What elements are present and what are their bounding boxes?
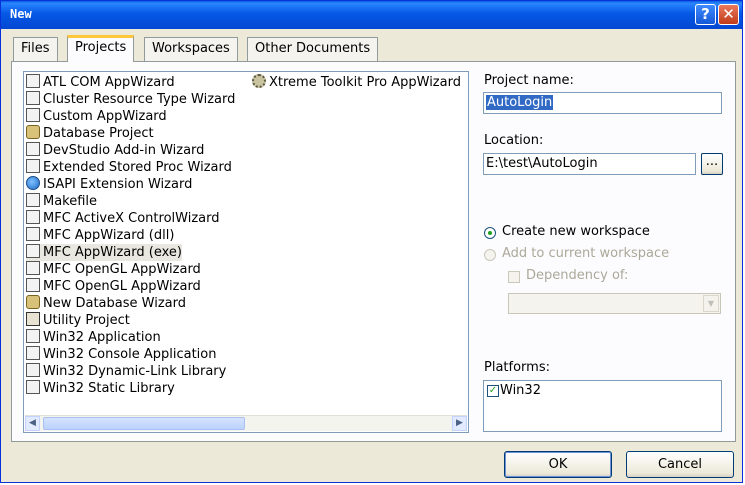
atl-icon	[26, 74, 40, 88]
list-item[interactable]: Xtreme Toolkit Pro AppWizard	[252, 74, 461, 91]
project-name-value: AutoLogin	[486, 95, 554, 110]
list-item-label: MFC AppWizard (exe)	[43, 245, 182, 260]
create-workspace-label[interactable]: Create new workspace	[502, 224, 650, 239]
dependency-label[interactable]: Dependency of:	[526, 268, 628, 283]
console-icon	[26, 346, 40, 360]
list-item-label: Custom AppWizard	[43, 109, 167, 124]
list-item[interactable]: Database Project	[26, 125, 154, 142]
list-item-label: Win32 Dynamic-Link Library	[43, 364, 227, 379]
custom-wizard-icon	[26, 108, 40, 122]
location-input[interactable]: E:\test\AutoLogin	[483, 153, 696, 175]
list-item-label: Extended Stored Proc Wizard	[43, 160, 232, 175]
ok-button[interactable]: OK	[504, 451, 612, 478]
list-item-label: Makefile	[43, 194, 98, 209]
cancel-button[interactable]: Cancel	[626, 451, 734, 478]
list-item[interactable]: Win32 Console Application	[26, 346, 216, 363]
mfc-exe-icon	[26, 244, 40, 258]
list-item[interactable]: New Database Wizard	[26, 295, 186, 312]
location-label: Location:	[484, 133, 544, 148]
makefile-icon	[26, 193, 40, 207]
list-item-label: Utility Project	[43, 313, 130, 328]
list-item-label: Xtreme Toolkit Pro AppWizard	[269, 75, 461, 90]
stored-proc-icon	[26, 159, 40, 173]
list-item-label: ATL COM AppWizard	[43, 75, 175, 90]
add-workspace-label[interactable]: Add to current workspace	[502, 246, 669, 261]
win32-label[interactable]: Win32	[500, 382, 541, 399]
create-workspace-radio[interactable]	[484, 227, 496, 239]
list-item[interactable]: ATL COM AppWizard	[26, 74, 175, 91]
list-item[interactable]: MFC ActiveX ControlWizard	[26, 210, 219, 227]
new-db-icon	[26, 295, 40, 309]
title-bar[interactable]: New ? ✕	[1, 1, 742, 29]
scroll-right-icon[interactable]: ▶	[452, 416, 467, 431]
lib-icon	[26, 380, 40, 394]
list-item-label: MFC ActiveX ControlWizard	[43, 211, 220, 226]
browse-button[interactable]: ...	[701, 153, 723, 175]
close-button[interactable]: ✕	[718, 4, 739, 25]
database-icon	[26, 125, 40, 139]
list-item-label: MFC AppWizard (dll)	[43, 228, 175, 243]
platforms-list[interactable]: ✓ Win32	[483, 380, 722, 432]
project-name-label: Project name:	[484, 73, 574, 88]
list-item-label: New Database Wizard	[43, 296, 186, 311]
mfc-dll-icon	[26, 227, 40, 241]
list-item[interactable]: MFC OpenGL AppWizard	[26, 278, 201, 295]
list-item[interactable]: Custom AppWizard	[26, 108, 167, 125]
chevron-down-icon[interactable]: ▼	[703, 295, 719, 312]
opengl-icon	[26, 278, 40, 292]
add-workspace-radio[interactable]	[484, 249, 496, 261]
list-item[interactable]: Makefile	[26, 193, 97, 210]
win32-checkbox[interactable]: ✓	[487, 385, 499, 397]
window-title: New	[10, 7, 32, 21]
list-item-label: Win32 Application	[43, 330, 161, 345]
list-item-label: MFC OpenGL AppWizard	[43, 279, 201, 294]
tab-files[interactable]: Files	[13, 37, 58, 61]
gear-icon	[252, 74, 266, 88]
addin-icon	[26, 142, 40, 156]
list-item[interactable]: Cluster Resource Type Wizard	[26, 91, 235, 108]
list-item[interactable]: MFC AppWizard (exe)	[26, 244, 182, 261]
project-name-input[interactable]: AutoLogin	[483, 92, 722, 114]
activex-icon	[26, 210, 40, 224]
scroll-thumb[interactable]	[43, 417, 245, 430]
tab-other-documents[interactable]: Other Documents	[247, 37, 379, 61]
dependency-checkbox[interactable]	[508, 271, 520, 283]
platforms-label: Platforms:	[484, 360, 550, 375]
utility-icon	[26, 312, 40, 326]
project-type-list[interactable]: ATL COM AppWizard Cluster Resource Type W…	[23, 71, 469, 433]
dependency-combo[interactable]: ▼	[508, 293, 721, 314]
cluster-icon	[26, 91, 40, 105]
list-item[interactable]: Utility Project	[26, 312, 130, 329]
list-item[interactable]: Win32 Dynamic-Link Library	[26, 363, 226, 380]
list-item-label: Database Project	[43, 126, 154, 141]
list-item[interactable]: MFC AppWizard (dll)	[26, 227, 174, 244]
win32-app-icon	[26, 329, 40, 343]
list-item[interactable]: DevStudio Add-in Wizard	[26, 142, 204, 159]
list-item-label: MFC OpenGL AppWizard	[43, 262, 201, 277]
new-dialog: New ? ✕ Files Projects Workspaces Other …	[0, 0, 743, 483]
tab-workspaces[interactable]: Workspaces	[144, 37, 238, 61]
dll-icon	[26, 363, 40, 377]
list-item-label: Win32 Static Library	[43, 381, 175, 396]
opengl-icon	[26, 261, 40, 275]
list-item-label: Cluster Resource Type Wizard	[43, 92, 236, 107]
horizontal-scrollbar[interactable]: ◀ ▶	[25, 415, 467, 431]
list-item[interactable]: Win32 Static Library	[26, 380, 175, 397]
list-item[interactable]: ISAPI Extension Wizard	[26, 176, 192, 193]
list-item[interactable]: Win32 Application	[26, 329, 161, 346]
scroll-left-icon[interactable]: ◀	[25, 416, 40, 431]
list-item-label: Win32 Console Application	[43, 347, 217, 362]
list-item-label: DevStudio Add-in Wizard	[43, 143, 205, 158]
tab-projects[interactable]: Projects	[67, 35, 135, 62]
list-item-label: ISAPI Extension Wizard	[43, 177, 193, 192]
list-item[interactable]: MFC OpenGL AppWizard	[26, 261, 201, 278]
help-button[interactable]: ?	[695, 4, 716, 25]
list-item[interactable]: Extended Stored Proc Wizard	[26, 159, 232, 176]
globe-icon	[26, 176, 40, 190]
